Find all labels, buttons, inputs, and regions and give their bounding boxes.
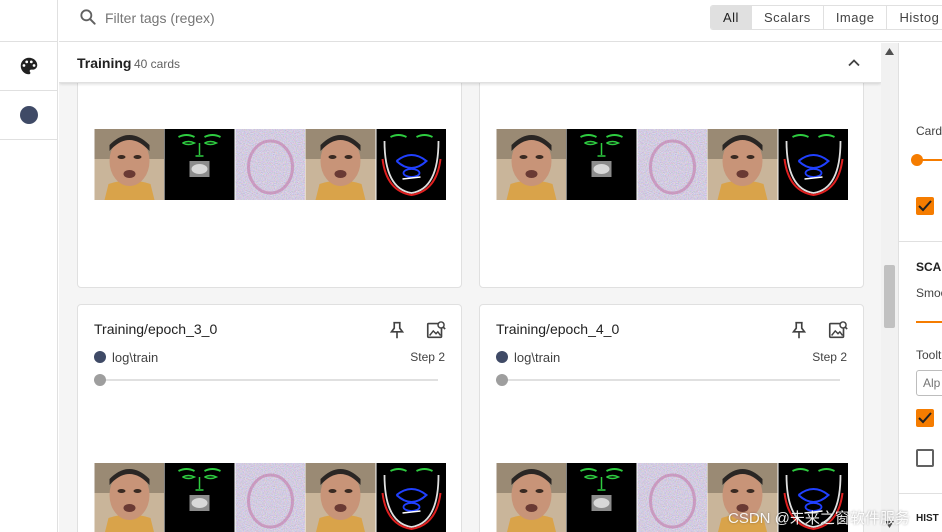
noise-image <box>637 463 708 532</box>
palette-icon <box>20 57 38 75</box>
image-strip[interactable] <box>94 129 446 200</box>
card-title: Training/epoch_3_0 <box>94 321 218 337</box>
smoothing-slider-track[interactable] <box>916 321 942 323</box>
image-strip[interactable] <box>496 129 848 200</box>
face-image <box>496 129 567 200</box>
histograms-section-heading: HIST <box>916 513 939 524</box>
theme-color-button[interactable] <box>17 103 41 127</box>
landmark-outline-image <box>376 463 446 532</box>
plugin-type-tabs: All Scalars Image Histog <box>710 5 942 30</box>
scrollbar-thumb[interactable] <box>884 265 895 328</box>
face-image <box>707 129 778 200</box>
run-color-dot <box>496 351 508 363</box>
step-label: Step 2 <box>410 350 445 364</box>
landmark-outline-image <box>778 129 848 200</box>
group-card-count: 40 cards <box>134 57 181 71</box>
landmark-image <box>164 129 235 200</box>
pin-icon[interactable] <box>788 319 810 341</box>
settings-checkbox[interactable] <box>916 197 934 215</box>
landmark-image <box>164 463 235 532</box>
noise-image <box>235 129 306 200</box>
tooltip-sorting-select[interactable]: Alp <box>916 370 942 396</box>
face-image <box>94 129 165 200</box>
settings-checkbox[interactable] <box>916 409 934 427</box>
image-card: Training/epoch_3_0 log\train Step 2 <box>77 304 462 532</box>
card-grid-area: Training 40 cards Training/epoch_3_0 log… <box>59 43 881 532</box>
scroll-up-arrow-icon[interactable] <box>885 48 894 55</box>
tooltip-sorting-label: Toolt <box>916 348 942 362</box>
left-rail <box>0 0 58 532</box>
image-settings-icon[interactable] <box>425 319 447 341</box>
settings-pane: Card SCA Smoo Toolt Alp HIST <box>898 43 942 532</box>
settings-divider <box>899 493 942 494</box>
tab-histograms[interactable]: Histog <box>887 6 942 29</box>
image-strip[interactable] <box>94 463 446 532</box>
face-image <box>305 129 376 200</box>
rail-divider <box>0 90 58 91</box>
tag-filter-input[interactable] <box>105 8 405 28</box>
face-image <box>94 463 165 532</box>
run-label: log\train <box>496 349 560 365</box>
card-width-slider-thumb[interactable] <box>911 154 923 166</box>
watermark-text: CSDN @未来之窗软件服务 <box>728 510 910 527</box>
chevron-up-icon[interactable] <box>844 53 864 73</box>
group-header[interactable]: Training 40 cards <box>59 43 881 83</box>
search-icon <box>80 9 96 25</box>
theme-color-swatch <box>20 106 38 124</box>
noise-image <box>235 463 306 532</box>
palette-button[interactable] <box>17 54 41 78</box>
pin-icon[interactable] <box>386 319 408 341</box>
tab-image[interactable]: Image <box>823 6 888 29</box>
face-image <box>496 463 567 532</box>
step-label: Step 2 <box>812 350 847 364</box>
step-slider-track[interactable] <box>502 379 840 381</box>
vertical-scrollbar[interactable] <box>881 43 898 532</box>
top-bar: All Scalars Image Histog <box>59 0 942 42</box>
run-name: log\train <box>514 349 561 365</box>
settings-checkbox[interactable] <box>916 449 934 467</box>
settings-divider <box>899 241 942 242</box>
face-image <box>305 463 376 532</box>
image-card: Training/epoch_4_0 log\train Step 2 <box>479 304 864 532</box>
tab-all[interactable]: All <box>711 6 752 29</box>
step-slider-thumb[interactable] <box>496 374 508 386</box>
step-slider-track[interactable] <box>100 379 438 381</box>
run-color-dot <box>94 351 106 363</box>
image-settings-icon[interactable] <box>827 319 849 341</box>
scalars-section-heading: SCA <box>916 260 942 274</box>
landmark-image <box>566 129 637 200</box>
run-label: log\train <box>94 349 158 365</box>
run-name: log\train <box>112 349 159 365</box>
landmark-outline-image <box>376 129 446 200</box>
smoothing-label: Smoo <box>916 286 942 300</box>
step-slider-thumb[interactable] <box>94 374 106 386</box>
noise-image <box>637 129 708 200</box>
tab-scalars[interactable]: Scalars <box>751 6 824 29</box>
card-width-label: Card <box>916 124 942 138</box>
landmark-image <box>566 463 637 532</box>
rail-divider <box>0 139 58 140</box>
group-title: Training <box>77 55 132 71</box>
rail-divider <box>0 41 58 42</box>
card-title: Training/epoch_4_0 <box>496 321 620 337</box>
